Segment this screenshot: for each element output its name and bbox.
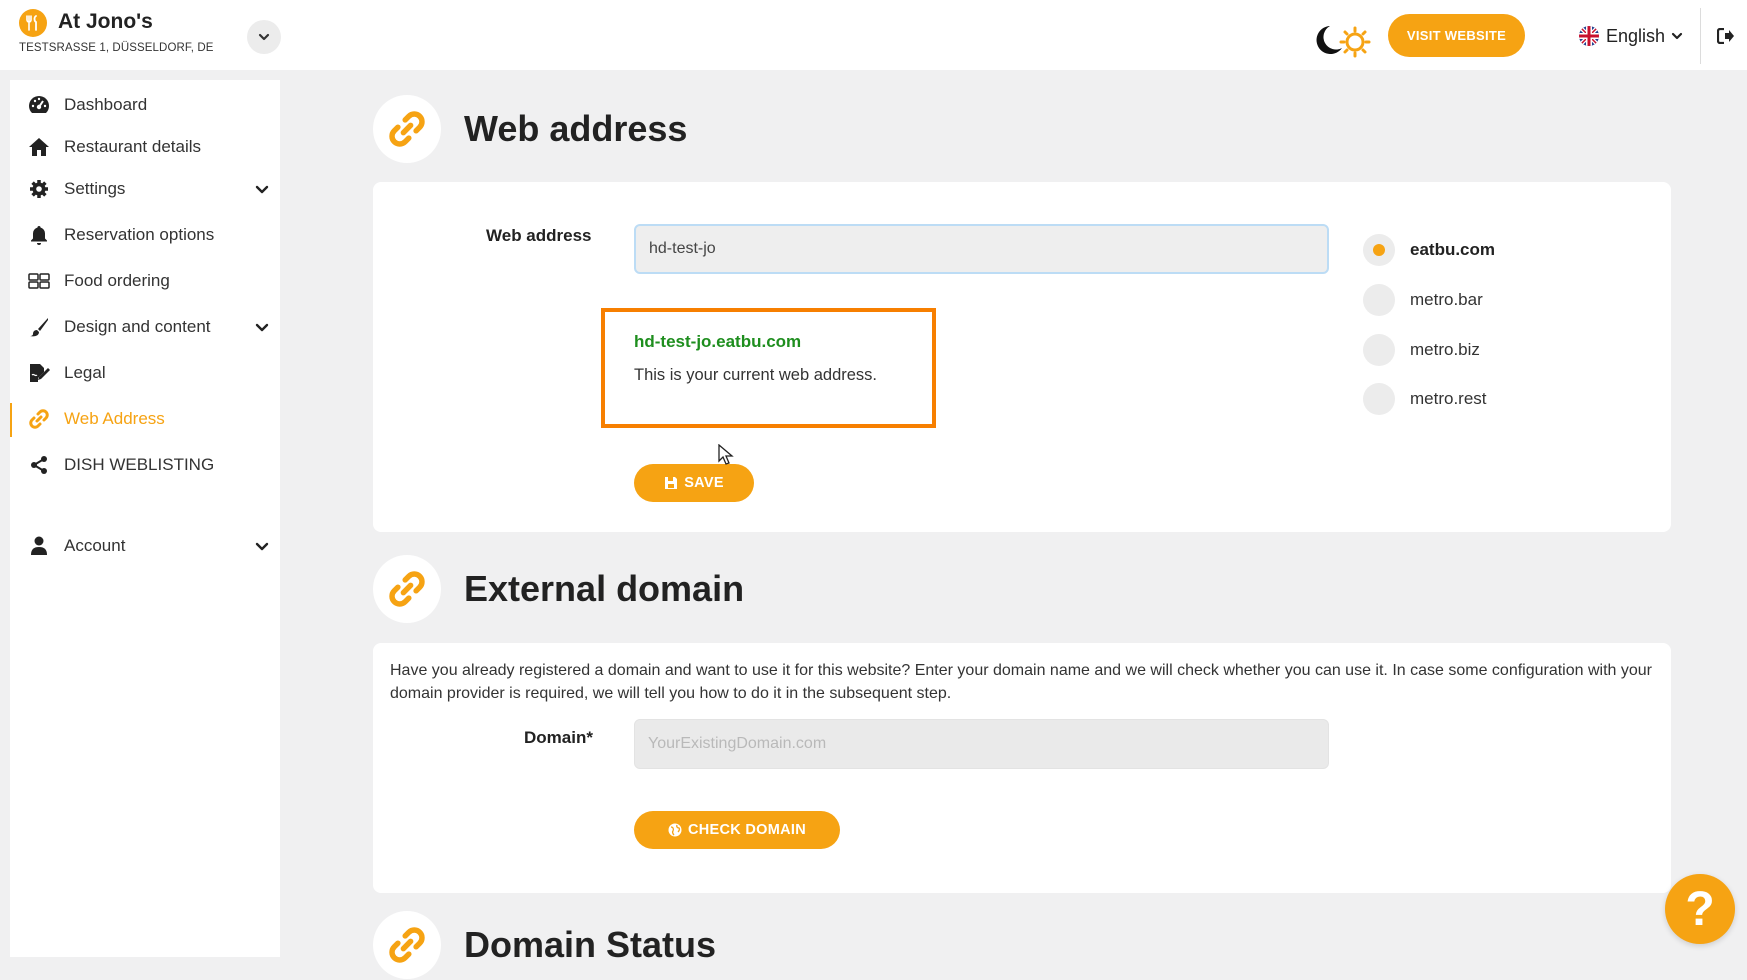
chevron-down-icon [255, 323, 269, 332]
domain-input[interactable] [634, 719, 1329, 769]
mouse-cursor-icon [718, 444, 734, 465]
web-address-title: Web address [464, 108, 688, 149]
sidebar-item-label: Food ordering [64, 271, 170, 290]
food-icon [28, 270, 50, 292]
external-domain-header: External domain [373, 554, 744, 624]
save-label: SAVE [684, 475, 724, 491]
sidebar-item-label: Legal [64, 363, 106, 382]
web-address-header: Web address [373, 94, 687, 164]
logout-icon [1717, 28, 1734, 44]
gauge-icon [28, 94, 50, 116]
link-icon [28, 408, 50, 430]
external-domain-description: Have you already registered a domain and… [390, 662, 1652, 702]
radio-unselected[interactable] [1363, 383, 1395, 415]
sidebar-item-restaurant-details[interactable]: Restaurant details [10, 127, 280, 167]
save-icon [665, 477, 678, 489]
current-url: hd-test-jo.eatbu.com [634, 332, 802, 351]
sidebar-item-label: Settings [64, 179, 126, 198]
sidebar-item-label: Restaurant details [64, 137, 202, 156]
theme-toggle[interactable] [1310, 22, 1380, 62]
radio-unselected[interactable] [1363, 284, 1395, 316]
gear-icon [28, 178, 50, 200]
bell-icon [28, 224, 50, 246]
sidebar-item-label: Dashboard [64, 95, 148, 114]
restaurant-name: At Jono's [58, 10, 153, 33]
link-icon [373, 911, 441, 979]
user-icon [28, 535, 50, 557]
chevron-down-icon [1671, 32, 1683, 40]
radio-unselected[interactable] [1363, 334, 1395, 366]
topbar-divider [1700, 8, 1701, 64]
restaurant-address: TESTSRASSE 1, DÜSSELDORF, DE [19, 42, 214, 54]
sidebar-item-design-and-content[interactable]: Design and content [10, 307, 280, 347]
home-icon [28, 136, 50, 158]
check-domain-label: CHECK DOMAIN [688, 822, 806, 838]
domain-option-metro-rest[interactable]: metro.rest [1363, 383, 1487, 415]
domain-option-eatbu[interactable]: eatbu.com [1363, 234, 1495, 266]
domain-option-metro-bar[interactable]: metro.bar [1363, 284, 1483, 316]
radio-selected[interactable] [1363, 234, 1395, 266]
domain-option-label: eatbu.com [1410, 240, 1496, 259]
sidebar-item-reservation-options[interactable]: Reservation options [10, 215, 280, 255]
help-button[interactable]: ? [1665, 874, 1735, 944]
sidebar-item-label: Reservation options [64, 225, 215, 244]
document-signature-icon [28, 362, 50, 384]
web-address-label: Web address [486, 226, 592, 245]
external-domain-card: Have you already registered a domain and… [373, 643, 1671, 893]
sidebar-item-web-address[interactable]: Web Address [10, 399, 280, 439]
current-address-box: hd-test-jo.eatbu.com This is your curren… [601, 308, 936, 428]
help-label: ? [1685, 882, 1715, 936]
share-icon [28, 454, 50, 476]
domain-option-label: metro.rest [1410, 389, 1487, 408]
domain-status-title: Domain Status [464, 924, 717, 965]
sidebar-item-settings[interactable]: Settings [10, 169, 280, 209]
chevron-down-icon [255, 185, 269, 194]
domain-option-label: metro.bar [1410, 290, 1483, 309]
domain-option-metro-biz[interactable]: metro.biz [1363, 334, 1480, 366]
sidebar-item-label: Account [64, 536, 126, 555]
sidebar-item-account[interactable]: Account [10, 526, 280, 566]
external-domain-title: External domain [464, 568, 745, 609]
restaurant-logo-icon [19, 9, 47, 37]
sidebar-item-food-ordering[interactable]: Food ordering [10, 261, 280, 301]
web-address-input[interactable] [634, 224, 1329, 274]
moon-icon [1316, 26, 1342, 54]
language-label: English [1606, 25, 1666, 46]
language-selector[interactable]: English [1578, 22, 1683, 50]
brush-icon [28, 316, 50, 338]
web-address-card: Web address hd-test-jo.eatbu.com This is… [373, 182, 1671, 532]
top-bar: At Jono's TESTSRASSE 1, DÜSSELDORF, DE V… [0, 0, 1747, 70]
visit-website-button[interactable]: VISIT WEBSITE [1388, 14, 1525, 57]
domain-status-header: Domain Status [373, 910, 716, 980]
sidebar-item-label: Web Address [64, 409, 165, 428]
logout-button[interactable] [1717, 22, 1743, 50]
sidebar-item-label: DISH WEBLISTING [64, 455, 215, 474]
restaurant-switcher-button[interactable] [247, 20, 281, 54]
sun-icon [1339, 26, 1371, 58]
sidebar-item-label: Design and content [64, 317, 211, 336]
current-url-note: This is your current web address. [634, 366, 878, 384]
sidebar-item-legal[interactable]: Legal [10, 353, 280, 393]
sidebar: Dashboard Restaurant details Settings Re… [10, 80, 280, 957]
link-icon [373, 95, 441, 163]
globe-icon [668, 823, 682, 837]
domain-label: Domain* [524, 728, 593, 747]
check-domain-button[interactable]: CHECK DOMAIN [634, 811, 840, 849]
sidebar-item-dashboard[interactable]: Dashboard [10, 85, 280, 125]
chevron-down-icon [258, 33, 270, 41]
sidebar-item-dish-weblisting[interactable]: DISH WEBLISTING [10, 445, 280, 485]
uk-flag-icon [1579, 26, 1599, 46]
link-icon [373, 555, 441, 623]
domain-option-label: metro.biz [1410, 340, 1480, 359]
save-button[interactable]: SAVE [634, 464, 754, 502]
chevron-down-icon [255, 542, 269, 551]
